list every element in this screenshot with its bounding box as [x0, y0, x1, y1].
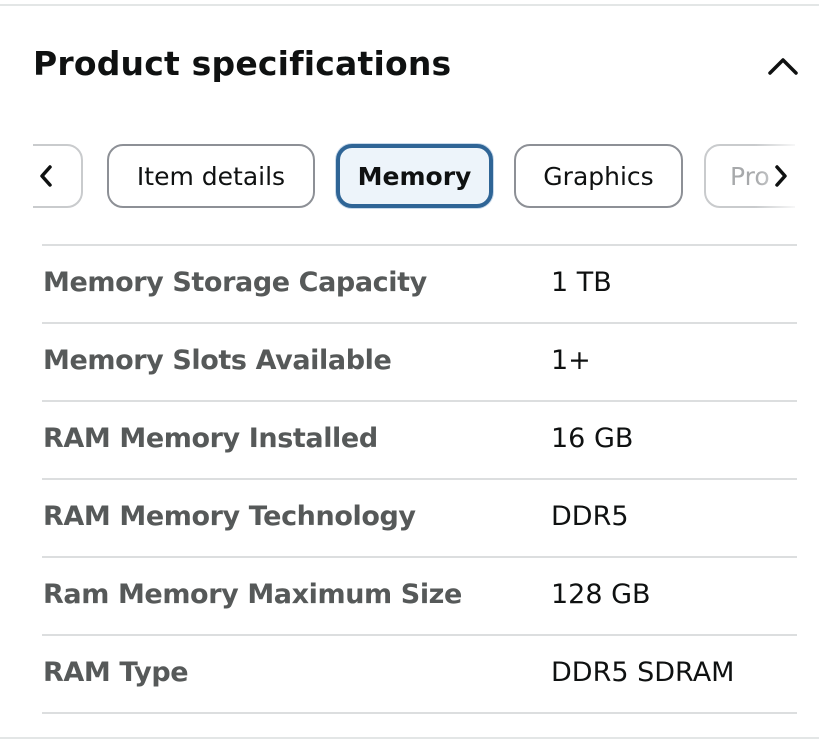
table-row: RAM Memory Installed 16 GB [42, 400, 797, 478]
spec-label: Memory Slots Available [43, 345, 392, 376]
spec-tabs: Item details Memory Graphics Pro [33, 142, 795, 212]
spec-label: Memory Storage Capacity [43, 267, 427, 298]
table-row: RAM Type DDR5 SDRAM [42, 634, 797, 714]
spec-value: 1 TB [551, 267, 612, 298]
chevron-left-icon [40, 165, 52, 187]
tab-memory[interactable]: Memory [336, 144, 493, 208]
tabs-scroll-right-button[interactable] [766, 144, 795, 208]
bottom-divider [0, 737, 819, 739]
top-divider [0, 4, 819, 6]
table-row: Memory Storage Capacity 1 TB [42, 244, 797, 322]
tab-label: Item details [136, 161, 286, 191]
section-title: Product specifications [33, 44, 452, 83]
spec-label: RAM Memory Technology [43, 501, 416, 532]
tabs-scroll-left-button[interactable] [33, 144, 61, 208]
spec-value: 16 GB [551, 423, 634, 454]
table-row: RAM Memory Technology DDR5 [42, 478, 797, 556]
spec-value: 128 GB [551, 579, 651, 610]
chevron-up-icon [768, 58, 798, 75]
tab-label: Pro [730, 161, 770, 191]
chevron-right-icon [775, 165, 787, 187]
spec-label: RAM Memory Installed [43, 423, 378, 454]
specs-header[interactable]: Product specifications [33, 40, 803, 96]
tab-label: Graphics [543, 161, 654, 191]
table-row: Memory Slots Available 1+ [42, 322, 797, 400]
tab-item-details[interactable]: Item details [107, 144, 315, 208]
spec-table: Memory Storage Capacity 1 TB Memory Slot… [42, 244, 797, 714]
collapse-button[interactable] [763, 46, 803, 86]
tab-label: Memory [357, 161, 472, 191]
spec-label: Ram Memory Maximum Size [43, 579, 462, 610]
spec-value: 1+ [551, 345, 591, 376]
table-row: Ram Memory Maximum Size 128 GB [42, 556, 797, 634]
spec-value: DDR5 SDRAM [551, 657, 735, 688]
tab-graphics[interactable]: Graphics [514, 144, 683, 208]
spec-label: RAM Type [43, 657, 189, 688]
spec-value: DDR5 [551, 501, 629, 532]
